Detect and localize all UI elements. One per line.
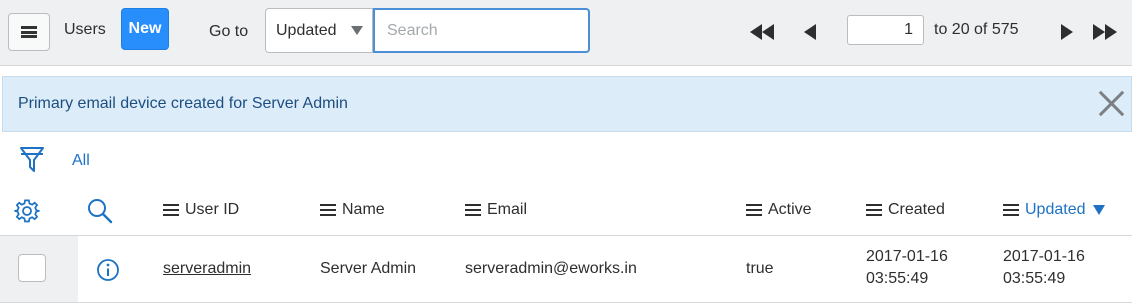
list-title: Users: [64, 21, 106, 38]
previous-page-icon[interactable]: [804, 24, 816, 40]
user-id-link[interactable]: serveradmin: [163, 260, 251, 278]
new-button[interactable]: New: [121, 8, 169, 50]
info-message-banner: Primary email device created for Server …: [2, 76, 1132, 132]
updated-time: 03:55:49: [1003, 270, 1066, 287]
column-header-label: Active: [768, 201, 812, 218]
table-row: serveradmin Server Admin serveradmin@ewo…: [0, 235, 1132, 303]
column-menu-icon[interactable]: [465, 204, 481, 216]
column-header-active[interactable]: Active: [746, 201, 812, 219]
next-page-icon[interactable]: [1061, 24, 1073, 40]
list-toolbar: Users New Go to Updated to 20 of 575: [0, 0, 1132, 66]
column-header-label: User ID: [185, 201, 240, 218]
created-cell: 2017-01-16 03:55:49: [866, 246, 948, 290]
hamburger-icon: [21, 26, 37, 38]
column-header-user-id[interactable]: User ID: [163, 201, 239, 219]
chevron-down-icon: [351, 26, 363, 35]
page-range-text: to 20 of 575: [934, 21, 1019, 38]
filter-icon[interactable]: [19, 145, 45, 175]
row-select-cell: [0, 236, 78, 302]
search-input[interactable]: [373, 8, 590, 53]
list-menu-button[interactable]: [8, 13, 50, 51]
name-cell: Server Admin: [320, 260, 417, 277]
column-menu-icon[interactable]: [163, 204, 179, 216]
info-icon[interactable]: [96, 258, 120, 282]
column-header-label: Updated: [1025, 201, 1086, 218]
column-header-created[interactable]: Created: [866, 201, 945, 219]
goto-field-select[interactable]: Updated: [265, 8, 373, 53]
sort-descending-icon: [1092, 205, 1105, 215]
column-header-label: Email: [487, 201, 528, 218]
row-checkbox[interactable]: [18, 254, 46, 282]
search-icon[interactable]: [86, 197, 114, 225]
gear-icon[interactable]: [14, 198, 40, 224]
first-page-icon[interactable]: [750, 24, 774, 40]
column-header-email[interactable]: Email: [465, 201, 527, 219]
page-number-input[interactable]: [847, 15, 924, 45]
column-header-label: Name: [342, 201, 385, 218]
filter-breadcrumb-all[interactable]: All: [72, 152, 90, 170]
column-header-label: Created: [888, 201, 945, 218]
goto-label: Go to: [209, 23, 249, 40]
last-page-icon[interactable]: [1093, 24, 1117, 40]
created-date: 2017-01-16: [866, 248, 948, 265]
active-cell: true: [746, 260, 774, 277]
updated-cell: 2017-01-16 03:55:49: [1003, 246, 1085, 290]
info-message-text: Primary email device created for Server …: [18, 95, 348, 112]
column-menu-icon[interactable]: [1003, 204, 1019, 216]
updated-date: 2017-01-16: [1003, 248, 1085, 265]
column-menu-icon[interactable]: [746, 204, 762, 216]
created-time: 03:55:49: [866, 270, 929, 287]
column-header-updated[interactable]: Updated: [1003, 201, 1105, 219]
email-cell: serveradmin@eworks.in: [465, 260, 637, 277]
column-header-name[interactable]: Name: [320, 201, 385, 219]
close-icon[interactable]: [1097, 89, 1125, 117]
goto-field-value: Updated: [276, 21, 337, 39]
column-menu-icon[interactable]: [320, 204, 336, 216]
column-menu-icon[interactable]: [866, 204, 882, 216]
